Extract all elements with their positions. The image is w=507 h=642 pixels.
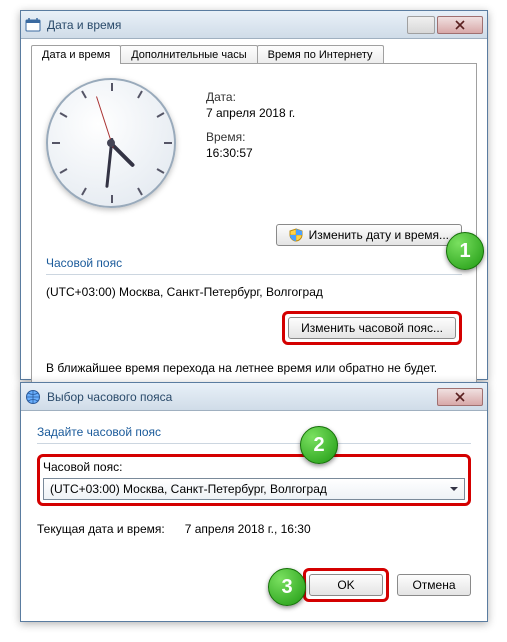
current-datetime-value: 7 апреля 2018 г., 16:30 bbox=[185, 522, 311, 536]
close-button[interactable] bbox=[437, 388, 483, 406]
cancel-button[interactable]: Отмена bbox=[397, 574, 471, 596]
window-title: Выбор часового пояса bbox=[47, 390, 437, 404]
close-button[interactable] bbox=[437, 16, 483, 34]
tab-datetime[interactable]: Дата и время bbox=[31, 45, 121, 64]
close-icon bbox=[455, 20, 465, 30]
change-datetime-label: Изменить дату и время... bbox=[309, 228, 449, 242]
tab-row: Дата и время Дополнительные часы Время п… bbox=[31, 45, 487, 64]
titlebar[interactable]: Дата и время bbox=[21, 11, 487, 39]
change-timezone-label: Изменить часовой пояс... bbox=[301, 321, 443, 335]
analog-clock bbox=[46, 78, 186, 218]
timezone-combobox[interactable]: (UTC+03:00) Москва, Санкт-Петербург, Вол… bbox=[43, 478, 465, 500]
calendar-icon bbox=[25, 17, 41, 33]
step-marker-2: 2 bbox=[300, 426, 338, 464]
change-timezone-button[interactable]: Изменить часовой пояс... bbox=[288, 317, 456, 339]
timezone-value: (UTC+03:00) Москва, Санкт-Петербург, Вол… bbox=[46, 285, 462, 299]
timezone-field-label: Часовой пояс: bbox=[43, 460, 465, 474]
help-button[interactable] bbox=[407, 16, 435, 34]
time-value: 16:30:57 bbox=[206, 146, 295, 160]
timezone-combobox-value: (UTC+03:00) Москва, Санкт-Петербург, Вол… bbox=[50, 482, 327, 496]
datetime-window: Дата и время Дата и время Дополнительные… bbox=[20, 10, 488, 380]
titlebar[interactable]: Выбор часового пояса bbox=[21, 383, 487, 411]
step-marker-3: 3 bbox=[268, 568, 306, 606]
window-title: Дата и время bbox=[47, 18, 407, 32]
time-label: Время: bbox=[206, 130, 295, 144]
shield-icon bbox=[289, 228, 303, 242]
prompt-label: Задайте часовой пояс bbox=[37, 425, 471, 439]
tab-internet-time[interactable]: Время по Интернету bbox=[257, 45, 384, 64]
ok-button[interactable]: OK bbox=[309, 574, 383, 596]
tab-additional-clocks[interactable]: Дополнительные часы bbox=[120, 45, 257, 64]
highlight-1: Изменить часовой пояс... bbox=[282, 311, 462, 345]
globe-icon bbox=[25, 389, 41, 405]
tab-panel: Дата: 7 апреля 2018 г. Время: 16:30:57 И… bbox=[31, 63, 477, 390]
date-label: Дата: bbox=[206, 90, 295, 104]
step-marker-1: 1 bbox=[446, 232, 484, 270]
dst-note: В ближайшее время перехода на летнее вре… bbox=[46, 361, 462, 375]
close-icon bbox=[455, 392, 465, 402]
highlight-3: OK bbox=[303, 568, 389, 602]
highlight-2: Часовой пояс: (UTC+03:00) Москва, Санкт-… bbox=[37, 454, 471, 506]
timezone-window: Выбор часового пояса Задайте часовой поя… bbox=[20, 382, 488, 622]
date-value: 7 апреля 2018 г. bbox=[206, 106, 295, 120]
timezone-section-label: Часовой пояс bbox=[46, 256, 462, 270]
divider bbox=[46, 274, 462, 275]
divider bbox=[37, 443, 471, 444]
current-datetime-label: Текущая дата и время: bbox=[37, 522, 165, 536]
change-datetime-button[interactable]: Изменить дату и время... bbox=[276, 224, 462, 246]
